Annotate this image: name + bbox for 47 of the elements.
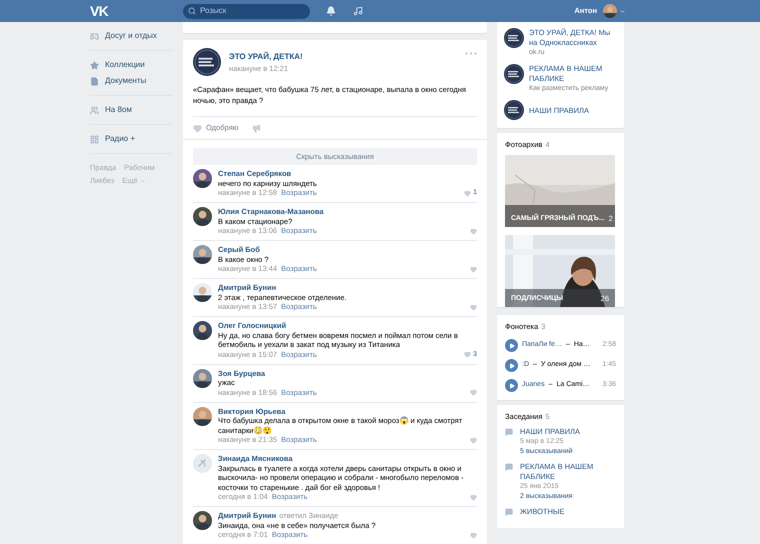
- heart-icon: [470, 494, 477, 500]
- topic-icon: [505, 508, 513, 516]
- heart-icon: [470, 436, 477, 444]
- more-icon[interactable]: [465, 52, 477, 55]
- heart-icon: [470, 389, 477, 396]
- like-button[interactable]: [470, 494, 477, 500]
- heart-icon: [464, 190, 472, 196]
- play-icon: [508, 382, 514, 388]
- like-button[interactable]: [470, 228, 477, 234]
- sidebar-item[interactable]: На 8ом: [105, 104, 132, 116]
- topic-icon: [505, 428, 513, 436]
- topic-icon: [505, 462, 513, 471]
- like-button[interactable]: [470, 389, 477, 396]
- play-button[interactable]: [505, 359, 518, 372]
- play-icon: [508, 362, 514, 368]
- heart-icon: [464, 351, 472, 358]
- sidebar-item[interactable]: Документы: [105, 75, 146, 87]
- like-button[interactable]: [470, 532, 477, 538]
- heart-icon: [470, 532, 477, 538]
- logo[interactable]: VK: [90, 4, 183, 18]
- heart-icon: [470, 304, 477, 310]
- like-button[interactable]: [470, 304, 477, 310]
- heart-icon: [193, 124, 202, 132]
- caret-icon: [140, 178, 146, 184]
- play-button[interactable]: [505, 379, 518, 392]
- sidebar-item[interactable]: Коллекции: [105, 59, 145, 71]
- like-button[interactable]: [470, 266, 477, 272]
- heart-icon: [470, 266, 477, 272]
- share-icon[interactable]: [252, 124, 262, 132]
- heart-icon: [470, 228, 477, 234]
- search-field[interactable]: Розыск: [183, 4, 310, 18]
- games-icon: [90, 32, 99, 40]
- star-icon: [90, 60, 99, 70]
- sidebar-item[interactable]: Радио +: [105, 133, 135, 145]
- play-button[interactable]: [505, 339, 518, 352]
- people-icon: [90, 106, 99, 114]
- music-icon[interactable]: [353, 6, 363, 16]
- doc-icon: [90, 76, 99, 86]
- like-button[interactable]: [470, 436, 477, 444]
- play-icon: [508, 342, 514, 348]
- search-icon: [188, 7, 196, 15]
- post-author[interactable]: ЭТО УРАЙ, ДЕТКА!: [229, 51, 457, 63]
- sidebar-item[interactable]: Досуг и отдых: [105, 30, 157, 42]
- caret-icon[interactable]: [619, 8, 626, 14]
- notifications-icon[interactable]: [326, 6, 336, 16]
- grid-icon: [90, 134, 99, 144]
- search-placeholder: Розыск: [200, 5, 226, 17]
